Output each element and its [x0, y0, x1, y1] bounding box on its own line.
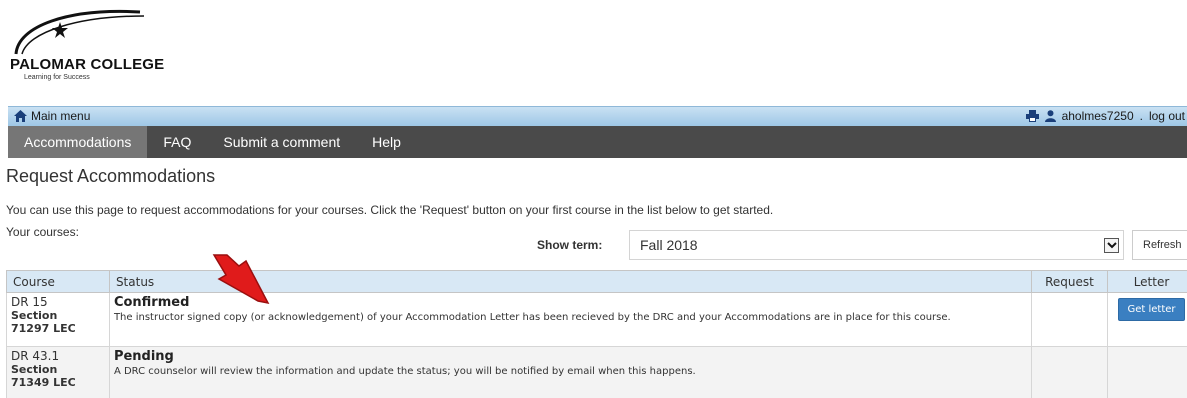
top-bar: Main menu aholmes7250 . log out [8, 106, 1187, 126]
print-icon[interactable] [1025, 110, 1039, 122]
user-icon [1044, 110, 1056, 122]
table-header-row: Course Status Request Letter [6, 270, 1187, 293]
red-arrow-icon [212, 254, 270, 305]
tab-accommodations[interactable]: Accommodations [8, 126, 148, 158]
main-menu-label: Main menu [31, 109, 91, 123]
logo-tagline: Learning for Success [24, 74, 90, 81]
tab-faq[interactable]: FAQ [147, 126, 207, 158]
section-number: 71349 LEC [11, 376, 76, 389]
request-cell [1031, 292, 1108, 347]
term-label: Show term: [537, 238, 603, 252]
chevron-down-icon[interactable] [1104, 238, 1119, 253]
home-icon [14, 110, 27, 122]
username[interactable]: aholmes7250 [1062, 109, 1134, 123]
table-row: DR 43.1 Section 71349 LEC Pending A DRC … [6, 346, 1187, 398]
logo-name: PALOMAR COLLEGE [10, 56, 165, 73]
status-description: A DRC counselor will review the informat… [113, 366, 696, 377]
palomar-college-logo: PALOMAR COLLEGE Learning for Success [8, 6, 208, 104]
header-course: Course [6, 270, 110, 293]
page-title: Request Accommodations [6, 166, 216, 186]
your-courses-label: Your courses: [6, 225, 79, 239]
course-cell: DR 43.1 Section 71349 LEC [6, 346, 110, 398]
main-nav: Accommodations FAQ Submit a comment Help [8, 126, 1187, 158]
status-cell: Pending A DRC counselor will review the … [108, 346, 1033, 398]
request-cell [1031, 346, 1108, 398]
course-cell: DR 15 Section 71297 LEC [6, 292, 110, 347]
refresh-button[interactable]: Refresh [1132, 230, 1187, 260]
course-code: DR 43.1 [11, 349, 60, 363]
logout-link[interactable]: log out [1149, 109, 1185, 123]
section-label: Section [11, 363, 58, 376]
intro-text: You can use this page to request accommo… [6, 203, 774, 217]
letter-cell: Get letter [1106, 292, 1187, 347]
table-row: DR 15 Section 71297 LEC Confirmed The in… [6, 292, 1187, 347]
user-separator: . [1139, 109, 1143, 123]
courses-table: Course Status Request Letter DR 15 Secti… [6, 270, 1187, 398]
tab-help[interactable]: Help [356, 126, 417, 158]
course-code: DR 15 [11, 295, 48, 309]
header-letter: Letter [1106, 270, 1187, 293]
logo-swoosh-icon [14, 9, 145, 55]
main-menu-link[interactable]: Main menu [14, 109, 90, 123]
status-description: The instructor signed copy (or acknowled… [113, 312, 951, 323]
user-area: aholmes7250 . log out [1025, 109, 1185, 123]
term-select[interactable]: Fall 2018 [629, 230, 1124, 260]
letter-cell [1106, 346, 1187, 398]
term-select-value: Fall 2018 [640, 237, 698, 253]
section-label: Section [11, 309, 58, 322]
status-title: Pending [113, 349, 174, 364]
get-letter-button[interactable]: Get letter [1118, 298, 1185, 321]
tab-submit-comment[interactable]: Submit a comment [207, 126, 356, 158]
section-number: 71297 LEC [11, 322, 76, 335]
header-request: Request [1031, 270, 1108, 293]
